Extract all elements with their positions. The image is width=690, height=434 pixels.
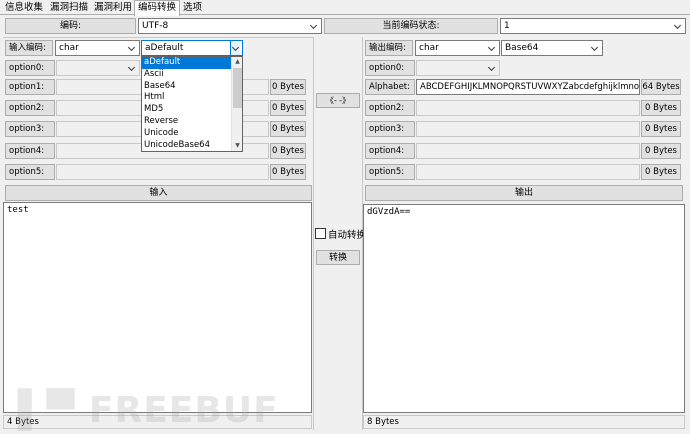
output-option0-label: option0: xyxy=(365,60,415,76)
output-encoder-select[interactable]: Base64 xyxy=(501,40,603,56)
output-option5-label: option5: xyxy=(365,164,415,180)
chevron-down-icon xyxy=(487,61,497,75)
dropdown-item[interactable]: Ascii xyxy=(142,69,242,81)
input-option3-bytes: 0 Bytes xyxy=(270,121,306,137)
freebuf-watermark-logo: ▌▀ FREEBUF xyxy=(18,390,279,431)
output-encoding-label: 输出编码: xyxy=(365,40,413,56)
dropdown-item[interactable]: Base64 xyxy=(142,81,242,93)
dropdown-item[interactable]: Unicode xyxy=(142,128,242,140)
dropdown-item[interactable]: MD5 xyxy=(142,104,242,116)
input-option0-label: option0: xyxy=(5,60,55,76)
state-label: 当前编码状态: xyxy=(324,18,498,34)
encoding-select-value: UTF-8 xyxy=(142,21,169,31)
dropdown-item[interactable]: Reverse xyxy=(142,116,242,128)
chevron-down-icon xyxy=(127,41,137,55)
encoder-dropdown-list[interactable]: aDefault Ascii Base64 Html MD5 Reverse U… xyxy=(141,56,243,152)
dropdown-item[interactable]: Html xyxy=(142,92,242,104)
chevron-down-icon xyxy=(487,41,497,55)
dropdown-item[interactable]: UnicodeBase64 xyxy=(142,140,242,152)
input-option5-label: option5: xyxy=(5,164,55,180)
tab-info-gathering[interactable]: 信息收集 xyxy=(2,1,46,15)
input-encoder-value: aDefault xyxy=(145,43,184,53)
output-textarea[interactable]: dGVzdA== xyxy=(363,204,685,413)
input-section-button[interactable]: 输入 xyxy=(5,185,312,201)
input-option1-label: option1: xyxy=(5,79,55,95)
output-option3-bytes: 0 Bytes xyxy=(641,121,681,137)
tab-vuln-scan[interactable]: 漏洞扫描 xyxy=(47,1,91,15)
dropdown-item[interactable]: aDefault xyxy=(142,57,242,69)
input-option2-bytes: 0 Bytes xyxy=(270,100,306,116)
auto-convert-checkbox[interactable] xyxy=(315,228,326,239)
alphabet-label: Alphabet: xyxy=(365,79,415,95)
alphabet-field[interactable]: ABCDEFGHIJKLMNOPQRSTUVWXYZabcdefghijklmn… xyxy=(416,79,640,95)
output-charset-select[interactable]: char xyxy=(415,40,500,56)
encoding-select[interactable]: UTF-8 xyxy=(138,18,322,34)
chevron-down-icon xyxy=(673,19,683,33)
scroll-up-icon[interactable]: ▲ xyxy=(232,57,243,67)
dropdown-scrollbar[interactable]: ▲ ▼ xyxy=(231,57,242,151)
input-textarea[interactable]: test xyxy=(3,202,312,413)
input-option2-label: option2: xyxy=(5,100,55,116)
auto-convert-label: 自动转换 xyxy=(328,230,367,241)
middle-left-divider xyxy=(313,37,314,430)
output-option4-label: option4: xyxy=(365,143,415,159)
chevron-down-icon xyxy=(127,61,137,75)
input-option0-select[interactable] xyxy=(56,60,140,76)
input-charset-select[interactable]: char xyxy=(55,40,140,56)
input-charset-value: char xyxy=(59,43,79,53)
input-option4-label: option4: xyxy=(5,143,55,159)
left-panel-top-border xyxy=(3,37,313,38)
output-option2-bytes: 0 Bytes xyxy=(641,100,681,116)
output-option5-bytes: 0 Bytes xyxy=(641,164,681,180)
state-select-value: 1 xyxy=(504,21,510,31)
tab-bar: 信息收集 漏洞扫描 漏洞利用 编码转换 选项 xyxy=(0,0,690,16)
alphabet-bytes: 64 Bytes xyxy=(641,79,681,95)
input-encoder-select[interactable]: aDefault xyxy=(141,40,243,56)
chevron-down-icon xyxy=(309,19,319,33)
state-select[interactable]: 1 xyxy=(500,18,686,34)
output-option4-field[interactable] xyxy=(416,143,640,159)
convert-button[interactable]: 转换 xyxy=(316,250,360,265)
output-option2-field[interactable] xyxy=(416,100,640,116)
tab-encoding[interactable]: 编码转换 xyxy=(134,0,181,16)
input-option4-bytes: 0 Bytes xyxy=(270,143,306,159)
output-encoder-value: Base64 xyxy=(505,43,539,53)
output-charset-value: char xyxy=(419,43,439,53)
input-option3-label: option3: xyxy=(5,121,55,137)
input-option5-bytes: 0 Bytes xyxy=(270,164,306,180)
output-section-button[interactable]: 输出 xyxy=(365,185,683,201)
encoding-label: 编码: xyxy=(5,18,136,34)
output-option5-field[interactable] xyxy=(416,164,640,180)
output-status-bar: 8 Bytes xyxy=(363,415,685,429)
tab-vuln-exploit[interactable]: 漏洞利用 xyxy=(91,1,135,15)
tab-options[interactable]: 选项 xyxy=(180,1,205,15)
output-option3-field[interactable] xyxy=(416,121,640,137)
chevron-down-icon xyxy=(590,41,600,55)
output-option0-select[interactable] xyxy=(416,60,500,76)
output-option2-label: option2: xyxy=(365,100,415,116)
input-option1-bytes: 0 Bytes xyxy=(270,79,306,95)
output-option4-bytes: 0 Bytes xyxy=(641,143,681,159)
swap-button[interactable]: 《- -》 xyxy=(316,93,360,108)
chevron-down-icon xyxy=(230,41,240,55)
scroll-thumb[interactable] xyxy=(233,68,242,108)
output-option3-label: option3: xyxy=(365,121,415,137)
input-option5-field[interactable] xyxy=(56,164,269,180)
scroll-down-icon[interactable]: ▼ xyxy=(232,141,243,151)
input-encoding-label: 输入编码: xyxy=(5,40,53,56)
